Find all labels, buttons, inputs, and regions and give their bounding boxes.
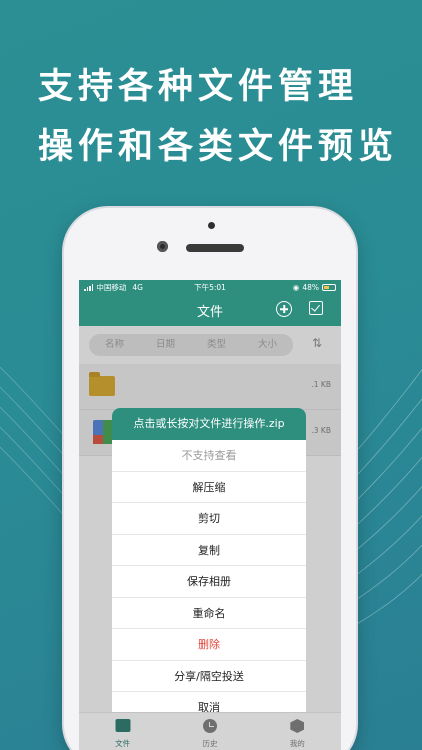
app-screen: 中国移动 4G 下午5:01 ◉ 48% 文件 名称 日期 类型 大小 ⇅ .1… — [79, 280, 341, 750]
status-bar: 中国移动 4G 下午5:01 ◉ 48% — [79, 280, 341, 294]
nav-bar: 文件 — [79, 294, 341, 326]
checkbox-icon[interactable] — [309, 301, 323, 315]
page-title: 文件 — [196, 305, 223, 320]
action-sheet: 点击或长按对文件进行操作.zip 不支持查看 解压缩 剪切 复制 保存相册 重命… — [112, 408, 306, 732]
sort-tab-date[interactable]: 日期 — [140, 334, 191, 356]
file-list-area: 名称 日期 类型 大小 ⇅ .1 KB .3 KB 点击或长按对文件进行操作.z… — [79, 326, 341, 732]
tab-bar: 文件 历史 我的 — [79, 712, 341, 750]
folder-icon — [115, 719, 131, 732]
headline-line-1: 支持各种文件管理 — [38, 67, 359, 107]
front-camera — [157, 241, 168, 252]
file-size: .1 KB — [311, 380, 331, 389]
action-extract-button[interactable]: 解压缩 — [112, 472, 306, 503]
sensor-dot — [208, 222, 215, 229]
tab-history[interactable]: 历史 — [166, 713, 253, 750]
action-sheet-title: 点击或长按对文件进行操作.zip — [112, 408, 306, 440]
headline-line-2: 操作和各类文件预览 — [38, 127, 399, 167]
tab-files[interactable]: 文件 — [79, 713, 166, 750]
zip-icon — [93, 420, 113, 444]
sort-tab-size[interactable]: 大小 — [242, 334, 293, 356]
tab-label: 历史 — [202, 739, 218, 748]
plus-circle-icon[interactable] — [276, 301, 292, 317]
action-copy-button[interactable]: 复制 — [112, 535, 306, 566]
sort-tab-type[interactable]: 类型 — [191, 334, 242, 356]
action-delete-button[interactable]: 删除 — [112, 629, 306, 661]
action-save-album-button[interactable]: 保存相册 — [112, 566, 306, 598]
tab-label: 我的 — [289, 739, 305, 748]
folder-icon — [89, 372, 115, 396]
list-item[interactable]: .1 KB — [79, 364, 341, 410]
action-cut-button[interactable]: 剪切 — [112, 503, 306, 535]
sort-tab-name[interactable]: 名称 — [89, 334, 140, 356]
earpiece-speaker — [186, 244, 244, 252]
sort-arrows-icon[interactable]: ⇅ — [312, 336, 322, 350]
action-view-unsupported: 不支持查看 — [112, 440, 306, 472]
phone-frame: 中国移动 4G 下午5:01 ◉ 48% 文件 名称 日期 类型 大小 ⇅ .1… — [64, 208, 356, 750]
battery-icon — [322, 283, 336, 291]
clock-icon — [202, 719, 217, 733]
action-rename-button[interactable]: 重命名 — [112, 598, 306, 629]
action-share-airdrop-button[interactable]: 分享/隔空投送 — [112, 661, 306, 692]
status-time: 下午5:01 — [194, 282, 226, 292]
user-icon — [290, 719, 305, 733]
sort-segmented-control: 名称 日期 类型 大小 — [89, 334, 293, 356]
file-size: .3 KB — [311, 426, 331, 435]
tab-label: 文件 — [115, 739, 131, 748]
tab-mine[interactable]: 我的 — [254, 713, 341, 750]
